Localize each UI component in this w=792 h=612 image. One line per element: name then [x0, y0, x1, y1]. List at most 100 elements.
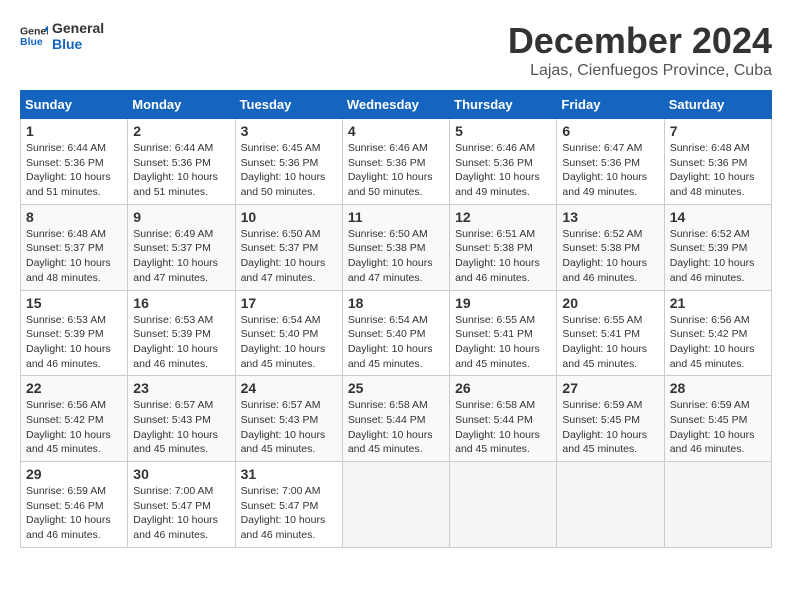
calendar-day-empty [664, 462, 771, 548]
logo-general: General [52, 20, 104, 36]
day-number: 9 [133, 209, 229, 225]
day-number: 29 [26, 466, 122, 482]
calendar-day-31: 31 Sunrise: 7:00 AM Sunset: 5:47 PM Dayl… [235, 462, 342, 548]
day-info: Sunrise: 6:58 AM Sunset: 5:44 PM Dayligh… [348, 398, 444, 457]
weekday-header-monday: Monday [128, 91, 235, 119]
day-number: 20 [562, 295, 658, 311]
calendar-day-empty [450, 462, 557, 548]
day-info: Sunrise: 6:50 AM Sunset: 5:38 PM Dayligh… [348, 227, 444, 286]
day-number: 15 [26, 295, 122, 311]
day-number: 23 [133, 380, 229, 396]
day-number: 22 [26, 380, 122, 396]
header: General Blue General Blue December 2024 … [20, 20, 772, 80]
day-info: Sunrise: 6:44 AM Sunset: 5:36 PM Dayligh… [26, 141, 122, 200]
weekday-header-tuesday: Tuesday [235, 91, 342, 119]
day-info: Sunrise: 6:56 AM Sunset: 5:42 PM Dayligh… [670, 313, 766, 372]
calendar-day-24: 24 Sunrise: 6:57 AM Sunset: 5:43 PM Dayl… [235, 376, 342, 462]
day-number: 4 [348, 123, 444, 139]
calendar-day-1: 1 Sunrise: 6:44 AM Sunset: 5:36 PM Dayli… [21, 119, 128, 205]
day-number: 6 [562, 123, 658, 139]
calendar-day-21: 21 Sunrise: 6:56 AM Sunset: 5:42 PM Dayl… [664, 290, 771, 376]
day-number: 17 [241, 295, 337, 311]
weekday-header-saturday: Saturday [664, 91, 771, 119]
day-number: 18 [348, 295, 444, 311]
calendar-week-4: 22 Sunrise: 6:56 AM Sunset: 5:42 PM Dayl… [21, 376, 772, 462]
calendar-day-13: 13 Sunrise: 6:52 AM Sunset: 5:38 PM Dayl… [557, 204, 664, 290]
day-number: 12 [455, 209, 551, 225]
day-info: Sunrise: 6:57 AM Sunset: 5:43 PM Dayligh… [241, 398, 337, 457]
calendar-day-9: 9 Sunrise: 6:49 AM Sunset: 5:37 PM Dayli… [128, 204, 235, 290]
calendar-day-29: 29 Sunrise: 6:59 AM Sunset: 5:46 PM Dayl… [21, 462, 128, 548]
title-area: December 2024 Lajas, Cienfuegos Province… [508, 20, 772, 80]
calendar-week-3: 15 Sunrise: 6:53 AM Sunset: 5:39 PM Dayl… [21, 290, 772, 376]
calendar-week-2: 8 Sunrise: 6:48 AM Sunset: 5:37 PM Dayli… [21, 204, 772, 290]
day-info: Sunrise: 6:59 AM Sunset: 5:45 PM Dayligh… [670, 398, 766, 457]
day-number: 13 [562, 209, 658, 225]
day-number: 10 [241, 209, 337, 225]
day-info: Sunrise: 6:52 AM Sunset: 5:39 PM Dayligh… [670, 227, 766, 286]
svg-text:Blue: Blue [20, 36, 43, 48]
calendar-table: SundayMondayTuesdayWednesdayThursdayFrid… [20, 90, 772, 548]
day-number: 1 [26, 123, 122, 139]
day-info: Sunrise: 6:44 AM Sunset: 5:36 PM Dayligh… [133, 141, 229, 200]
weekday-header-friday: Friday [557, 91, 664, 119]
day-info: Sunrise: 6:59 AM Sunset: 5:45 PM Dayligh… [562, 398, 658, 457]
day-number: 19 [455, 295, 551, 311]
calendar-day-10: 10 Sunrise: 6:50 AM Sunset: 5:37 PM Dayl… [235, 204, 342, 290]
calendar-day-4: 4 Sunrise: 6:46 AM Sunset: 5:36 PM Dayli… [342, 119, 449, 205]
calendar-day-22: 22 Sunrise: 6:56 AM Sunset: 5:42 PM Dayl… [21, 376, 128, 462]
day-number: 3 [241, 123, 337, 139]
day-info: Sunrise: 6:48 AM Sunset: 5:36 PM Dayligh… [670, 141, 766, 200]
day-info: Sunrise: 7:00 AM Sunset: 5:47 PM Dayligh… [133, 484, 229, 543]
weekday-header-row: SundayMondayTuesdayWednesdayThursdayFrid… [21, 91, 772, 119]
calendar-day-5: 5 Sunrise: 6:46 AM Sunset: 5:36 PM Dayli… [450, 119, 557, 205]
logo-blue: Blue [52, 36, 104, 52]
calendar-day-27: 27 Sunrise: 6:59 AM Sunset: 5:45 PM Dayl… [557, 376, 664, 462]
calendar-day-23: 23 Sunrise: 6:57 AM Sunset: 5:43 PM Dayl… [128, 376, 235, 462]
day-info: Sunrise: 6:57 AM Sunset: 5:43 PM Dayligh… [133, 398, 229, 457]
day-number: 28 [670, 380, 766, 396]
calendar-day-empty [557, 462, 664, 548]
day-number: 27 [562, 380, 658, 396]
day-number: 7 [670, 123, 766, 139]
day-number: 8 [26, 209, 122, 225]
calendar-day-7: 7 Sunrise: 6:48 AM Sunset: 5:36 PM Dayli… [664, 119, 771, 205]
calendar-day-17: 17 Sunrise: 6:54 AM Sunset: 5:40 PM Dayl… [235, 290, 342, 376]
calendar-day-18: 18 Sunrise: 6:54 AM Sunset: 5:40 PM Dayl… [342, 290, 449, 376]
day-info: Sunrise: 6:53 AM Sunset: 5:39 PM Dayligh… [26, 313, 122, 372]
month-title: December 2024 [508, 20, 772, 62]
weekday-header-wednesday: Wednesday [342, 91, 449, 119]
day-info: Sunrise: 6:47 AM Sunset: 5:36 PM Dayligh… [562, 141, 658, 200]
day-info: Sunrise: 6:46 AM Sunset: 5:36 PM Dayligh… [348, 141, 444, 200]
day-number: 24 [241, 380, 337, 396]
day-info: Sunrise: 6:54 AM Sunset: 5:40 PM Dayligh… [348, 313, 444, 372]
day-info: Sunrise: 6:53 AM Sunset: 5:39 PM Dayligh… [133, 313, 229, 372]
calendar-week-5: 29 Sunrise: 6:59 AM Sunset: 5:46 PM Dayl… [21, 462, 772, 548]
logo-icon: General Blue [20, 22, 48, 50]
day-number: 30 [133, 466, 229, 482]
day-info: Sunrise: 6:46 AM Sunset: 5:36 PM Dayligh… [455, 141, 551, 200]
calendar-day-15: 15 Sunrise: 6:53 AM Sunset: 5:39 PM Dayl… [21, 290, 128, 376]
calendar-day-3: 3 Sunrise: 6:45 AM Sunset: 5:36 PM Dayli… [235, 119, 342, 205]
day-info: Sunrise: 6:55 AM Sunset: 5:41 PM Dayligh… [455, 313, 551, 372]
day-number: 26 [455, 380, 551, 396]
day-info: Sunrise: 6:58 AM Sunset: 5:44 PM Dayligh… [455, 398, 551, 457]
day-info: Sunrise: 6:52 AM Sunset: 5:38 PM Dayligh… [562, 227, 658, 286]
day-info: Sunrise: 6:45 AM Sunset: 5:36 PM Dayligh… [241, 141, 337, 200]
calendar-day-2: 2 Sunrise: 6:44 AM Sunset: 5:36 PM Dayli… [128, 119, 235, 205]
day-number: 21 [670, 295, 766, 311]
calendar-day-26: 26 Sunrise: 6:58 AM Sunset: 5:44 PM Dayl… [450, 376, 557, 462]
calendar-day-12: 12 Sunrise: 6:51 AM Sunset: 5:38 PM Dayl… [450, 204, 557, 290]
calendar-day-20: 20 Sunrise: 6:55 AM Sunset: 5:41 PM Dayl… [557, 290, 664, 376]
day-number: 11 [348, 209, 444, 225]
calendar-day-30: 30 Sunrise: 7:00 AM Sunset: 5:47 PM Dayl… [128, 462, 235, 548]
day-info: Sunrise: 6:48 AM Sunset: 5:37 PM Dayligh… [26, 227, 122, 286]
weekday-header-sunday: Sunday [21, 91, 128, 119]
day-info: Sunrise: 6:54 AM Sunset: 5:40 PM Dayligh… [241, 313, 337, 372]
calendar-day-25: 25 Sunrise: 6:58 AM Sunset: 5:44 PM Dayl… [342, 376, 449, 462]
day-number: 16 [133, 295, 229, 311]
calendar-day-16: 16 Sunrise: 6:53 AM Sunset: 5:39 PM Dayl… [128, 290, 235, 376]
day-number: 2 [133, 123, 229, 139]
calendar-day-6: 6 Sunrise: 6:47 AM Sunset: 5:36 PM Dayli… [557, 119, 664, 205]
day-info: Sunrise: 6:59 AM Sunset: 5:46 PM Dayligh… [26, 484, 122, 543]
